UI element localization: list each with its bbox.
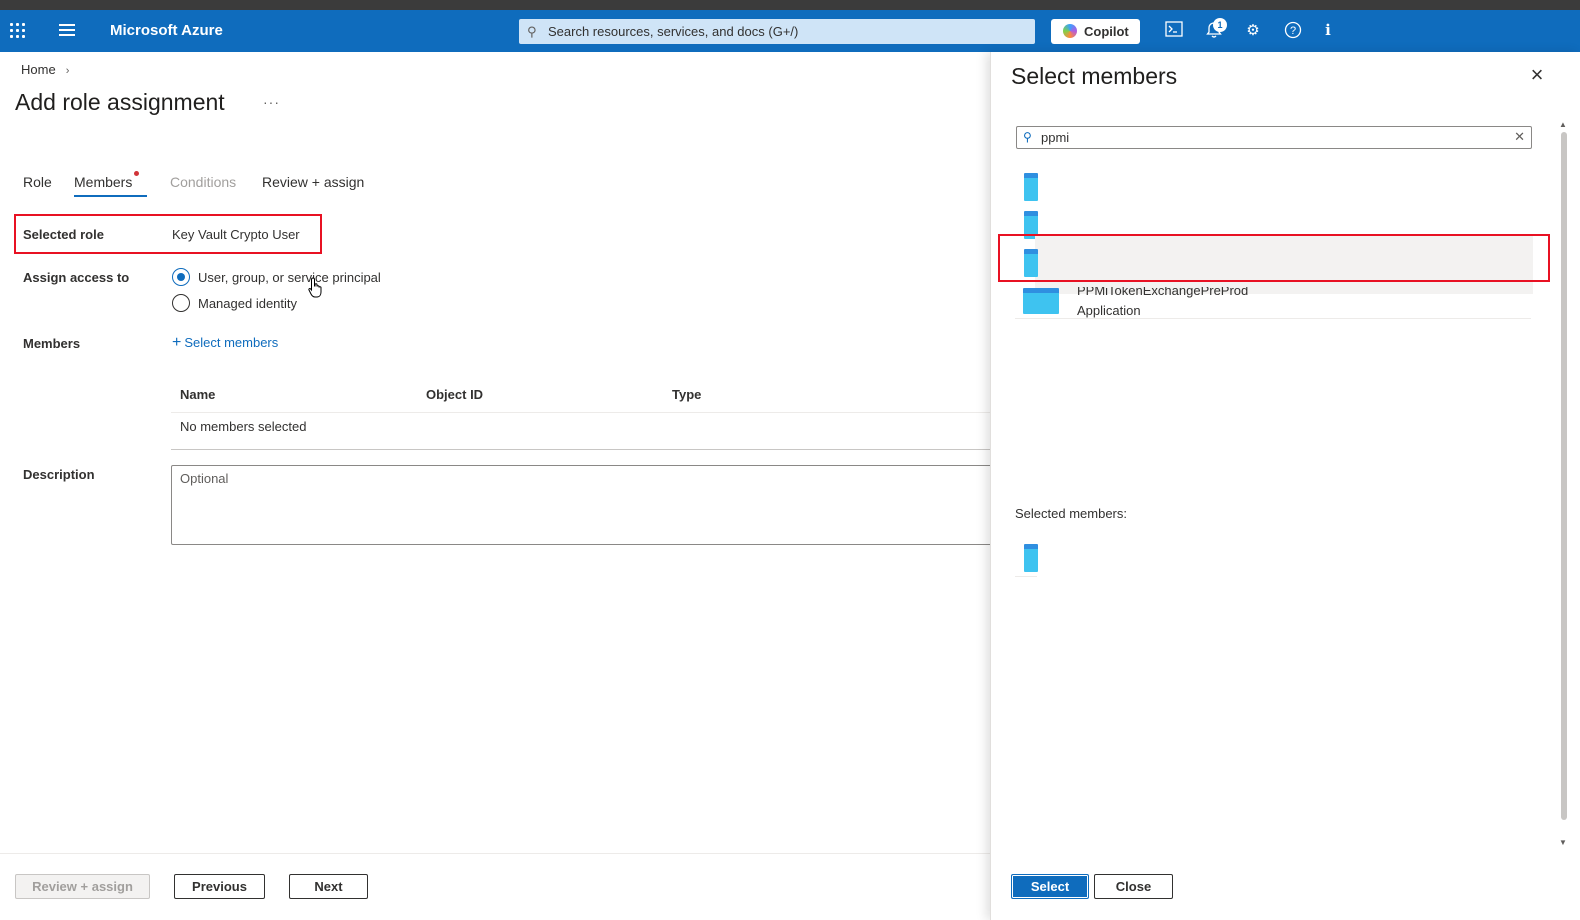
radio-managed-identity[interactable] [172, 294, 190, 312]
required-indicator-dot [134, 171, 139, 176]
app-registration-icon[interactable] [1024, 544, 1038, 572]
app-registration-icon[interactable] [1024, 173, 1038, 201]
col-header-name: Name [180, 387, 216, 402]
close-button[interactable]: Close [1094, 874, 1173, 899]
notification-count-badge: 1 [1213, 18, 1227, 32]
list-item-type: Application [1077, 303, 1141, 318]
chevron-right-icon: › [65, 65, 70, 77]
radio-user-group-sp[interactable] [172, 268, 190, 286]
settings-gear-icon[interactable]: ⚙ [1243, 21, 1263, 41]
assign-access-label: Assign access to [23, 270, 130, 285]
app-launcher-icon[interactable] [10, 23, 26, 39]
app-registration-icon [1023, 288, 1059, 314]
radio-managed-identity-label[interactable]: Managed identity [198, 296, 297, 311]
scrollbar-thumb[interactable] [1561, 132, 1567, 820]
select-members-link-label: Select members [184, 335, 279, 350]
more-options-icon[interactable]: ··· [263, 94, 280, 110]
close-icon[interactable]: × [1527, 64, 1547, 86]
portal-menu-icon[interactable] [59, 24, 75, 38]
review-assign-button[interactable]: Review + assign [15, 874, 150, 899]
list-divider [1015, 318, 1531, 319]
result-highlight-box [998, 234, 1550, 282]
azure-top-bar: Microsoft Azure ⚲ Search resources, serv… [0, 10, 1580, 52]
description-label: Description [23, 467, 95, 482]
panel-scrollbar[interactable]: ▲ ▼ [1559, 120, 1568, 850]
hand-cursor-icon [308, 277, 322, 298]
clear-search-icon[interactable]: ✕ [1514, 129, 1525, 145]
next-button[interactable]: Next [289, 874, 368, 899]
browser-tab-strip [0, 0, 1580, 10]
breadcrumb-home-link[interactable]: Home [21, 62, 56, 77]
cloud-shell-icon[interactable] [1164, 21, 1184, 41]
feedback-icon[interactable]: ℹ [1318, 21, 1338, 41]
selected-role-value: Key Vault Crypto User [172, 227, 300, 242]
active-tab-underline [74, 195, 147, 197]
empty-table-message: No members selected [180, 419, 307, 434]
members-label: Members [23, 336, 81, 351]
tab-conditions[interactable]: Conditions [170, 174, 236, 190]
copilot-button[interactable]: Copilot [1051, 19, 1140, 44]
search-icon: ⚲ [527, 24, 537, 39]
help-icon[interactable]: ? [1283, 21, 1303, 41]
tab-review-assign[interactable]: Review + assign [262, 174, 364, 190]
global-search-input[interactable]: ⚲ Search resources, services, and docs (… [519, 19, 1035, 44]
plus-icon: + [172, 334, 182, 351]
scroll-up-icon[interactable]: ▲ [1559, 120, 1567, 129]
scroll-down-icon[interactable]: ▼ [1559, 838, 1567, 847]
select-members-link[interactable]: + Select members [172, 334, 278, 352]
list-item-name[interactable]: PPMiTokenExchangePreProd [1077, 287, 1248, 299]
tab-role[interactable]: Role [23, 174, 52, 190]
footer-divider [0, 853, 990, 854]
radio-user-group-sp-label[interactable]: User, group, or service principal [198, 270, 381, 285]
previous-button[interactable]: Previous [174, 874, 265, 899]
selected-role-label: Selected role [23, 227, 104, 242]
selected-members-label: Selected members: [1015, 506, 1127, 521]
panel-title: Select members [1011, 63, 1178, 89]
selected-divider [1015, 576, 1037, 577]
tab-members[interactable]: Members [74, 174, 132, 190]
member-search-input[interactable]: ⚲ ppmi ✕ [1016, 126, 1532, 149]
page-title: Add role assignment [15, 89, 225, 115]
copilot-label: Copilot [1084, 24, 1129, 39]
brand-title[interactable]: Microsoft Azure [110, 22, 223, 39]
svg-text:?: ? [1290, 25, 1296, 37]
copilot-icon [1063, 24, 1077, 38]
breadcrumb: Home › [21, 62, 69, 77]
search-icon: ⚲ [1023, 130, 1032, 144]
col-header-object-id: Object ID [426, 387, 484, 402]
search-placeholder: Search resources, services, and docs (G+… [548, 24, 799, 39]
member-search-value: ppmi [1041, 130, 1070, 145]
col-header-type: Type [672, 387, 702, 402]
description-textarea[interactable]: Optional [171, 465, 996, 545]
select-members-panel: Select members × ⚲ ppmi ✕ [990, 52, 1580, 920]
table-header-divider [171, 412, 990, 413]
select-button[interactable]: Select [1011, 874, 1089, 899]
table-bottom-divider [171, 449, 990, 450]
